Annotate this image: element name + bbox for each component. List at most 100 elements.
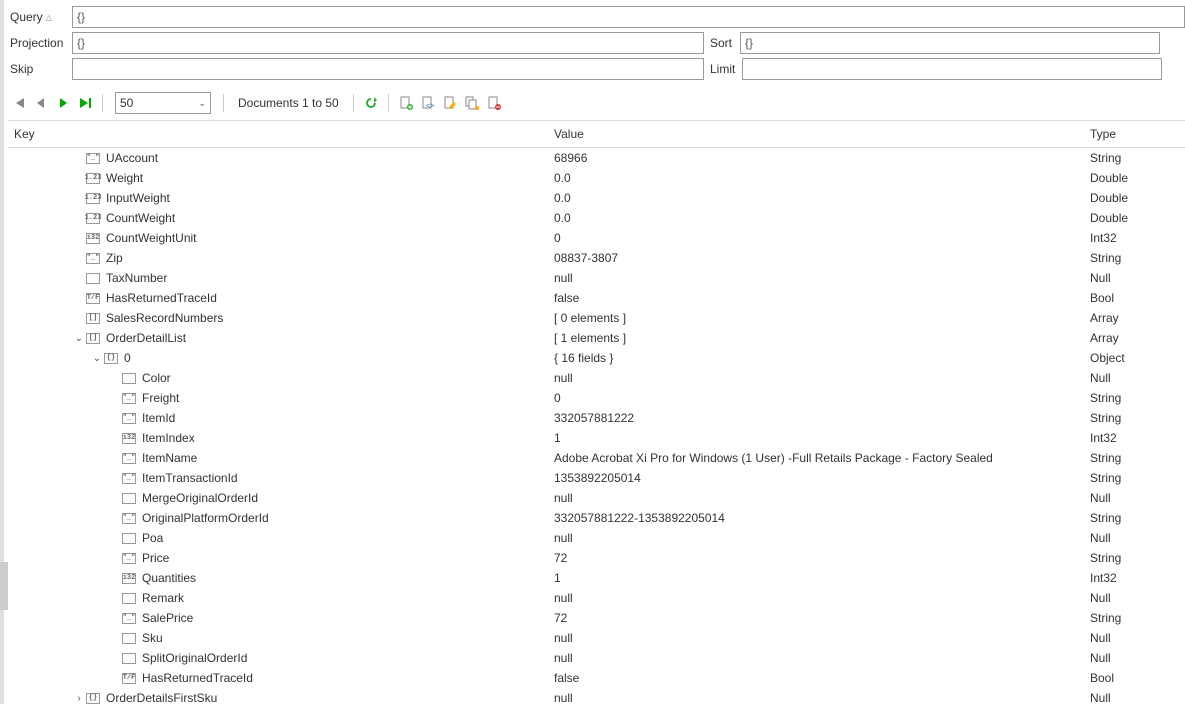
type-text: String: [1086, 511, 1185, 525]
type-icon: [122, 633, 136, 644]
tree-row[interactable]: 1.23CountWeight0.0Double: [8, 208, 1185, 228]
tree-row[interactable]: SkunullNull: [8, 628, 1185, 648]
type-text: String: [1086, 411, 1185, 425]
tree-row[interactable]: ⌄[]OrderDetailList[ 1 elements ]Array: [8, 328, 1185, 348]
type-icon: [122, 373, 136, 384]
add-document-button[interactable]: [397, 94, 415, 112]
type-icon: []: [86, 313, 100, 324]
tree-row[interactable]: T/FHasReturnedTraceIdfalseBool: [8, 288, 1185, 308]
document-tree[interactable]: "_"UAccount68966String1.23Weight0.0Doubl…: [8, 148, 1185, 718]
type-text: Null: [1086, 691, 1185, 705]
sort-arrow-icon: △: [46, 13, 52, 22]
projection-input[interactable]: [72, 32, 704, 54]
expander-spacer: [108, 391, 122, 405]
expander-spacer: [108, 611, 122, 625]
key-text: ItemId: [142, 411, 175, 425]
type-text: Null: [1086, 591, 1185, 605]
tree-row[interactable]: ColornullNull: [8, 368, 1185, 388]
copy-document-button[interactable]: [463, 94, 481, 112]
type-text: String: [1086, 471, 1185, 485]
tree-row[interactable]: i32CountWeightUnit0Int32: [8, 228, 1185, 248]
prev-page-button[interactable]: [32, 94, 50, 112]
query-input[interactable]: [72, 6, 1185, 28]
sort-label: Sort: [708, 36, 736, 50]
view-document-button[interactable]: <>: [419, 94, 437, 112]
key-text: ItemTransactionId: [142, 471, 238, 485]
value-text: null: [550, 631, 1086, 645]
key-text: HasReturnedTraceId: [106, 291, 217, 305]
key-text: Remark: [142, 591, 184, 605]
last-page-button[interactable]: [76, 94, 94, 112]
value-text: 72: [550, 551, 1086, 565]
tree-row[interactable]: ›{}OrderDetailsFirstSkunullNull: [8, 688, 1185, 708]
key-text: InputWeight: [106, 191, 170, 205]
skip-input[interactable]: [72, 58, 704, 80]
next-page-button[interactable]: [54, 94, 72, 112]
header-value[interactable]: Value: [550, 127, 1086, 141]
tree-row[interactable]: MergeOriginalOrderIdnullNull: [8, 488, 1185, 508]
tree-row[interactable]: i32ItemIndex1Int32: [8, 428, 1185, 448]
key-text: Quantities: [142, 571, 196, 585]
tree-row[interactable]: "_"Freight0String: [8, 388, 1185, 408]
app-container: Query △ Projection Sort Skip Limit: [0, 0, 1185, 704]
value-text: null: [550, 651, 1086, 665]
type-text: Null: [1086, 631, 1185, 645]
expander-closed-icon[interactable]: ›: [72, 691, 86, 705]
type-text: Null: [1086, 271, 1185, 285]
key-text: SalesRecordNumbers: [106, 311, 223, 325]
type-icon: "_": [122, 613, 136, 624]
sort-input[interactable]: [740, 32, 1160, 54]
first-page-button[interactable]: [10, 94, 28, 112]
tree-row[interactable]: TaxNumbernullNull: [8, 268, 1185, 288]
tree-row[interactable]: "_"ItemId332057881222String: [8, 408, 1185, 428]
expander-open-icon[interactable]: ⌄: [72, 331, 86, 345]
limit-input[interactable]: [742, 58, 1162, 80]
type-text: String: [1086, 251, 1185, 265]
tree-row[interactable]: SplitOriginalOrderIdnullNull: [8, 648, 1185, 668]
header-key[interactable]: Key: [8, 127, 550, 141]
type-icon: "_": [122, 513, 136, 524]
type-icon: "_": [122, 413, 136, 424]
tree-row[interactable]: []SalesRecordNumbers[ 0 elements ]Array: [8, 308, 1185, 328]
svg-text:<>: <>: [426, 103, 434, 110]
refresh-button[interactable]: [362, 94, 380, 112]
tree-row[interactable]: 1.23InputWeight0.0Double: [8, 188, 1185, 208]
type-icon: "_": [86, 253, 100, 264]
expander-spacer: [72, 251, 86, 265]
tree-row[interactable]: "_"SalePrice72String: [8, 608, 1185, 628]
value-text: null: [550, 491, 1086, 505]
tree-row[interactable]: ⌄{}0{ 16 fields }Object: [8, 348, 1185, 368]
tree-row[interactable]: i32Quantities1Int32: [8, 568, 1185, 588]
header-type[interactable]: Type: [1086, 127, 1185, 141]
type-text: Null: [1086, 651, 1185, 665]
type-icon: {}: [104, 353, 118, 364]
edit-document-button[interactable]: [441, 94, 459, 112]
value-text: 0: [550, 231, 1086, 245]
tree-row[interactable]: RemarknullNull: [8, 588, 1185, 608]
delete-document-button[interactable]: [485, 94, 503, 112]
tree-row[interactable]: T/FHasReturnedTraceIdfalseBool: [8, 668, 1185, 688]
tree-row[interactable]: 1.23Weight0.0Double: [8, 168, 1185, 188]
tree-row[interactable]: "_"ItemTransactionId1353892205014String: [8, 468, 1185, 488]
type-text: Array: [1086, 311, 1185, 325]
tree-row[interactable]: "_"OriginalPlatformOrderId332057881222-1…: [8, 508, 1185, 528]
tree-row[interactable]: "_"ItemNameAdobe Acrobat Xi Pro for Wind…: [8, 448, 1185, 468]
expander-spacer: [108, 531, 122, 545]
type-icon: T/F: [122, 673, 136, 684]
expander-spacer: [72, 291, 86, 305]
value-text: 0.0: [550, 211, 1086, 225]
separator: [223, 94, 224, 112]
type-icon: i32: [122, 573, 136, 584]
tree-row[interactable]: "_"Price72String: [8, 548, 1185, 568]
expander-spacer: [72, 271, 86, 285]
tree-row[interactable]: "_"UAccount68966String: [8, 148, 1185, 168]
type-icon: []: [86, 333, 100, 344]
expander-open-icon[interactable]: ⌄: [90, 351, 104, 365]
type-text: Null: [1086, 371, 1185, 385]
key-text: 0: [124, 351, 131, 365]
tree-row[interactable]: "_"Zip08837-3807String: [8, 248, 1185, 268]
vertical-scrollbar[interactable]: [0, 562, 8, 610]
key-text: Poa: [142, 531, 163, 545]
page-size-select[interactable]: 50 ⌄: [115, 92, 211, 114]
tree-row[interactable]: PoanullNull: [8, 528, 1185, 548]
